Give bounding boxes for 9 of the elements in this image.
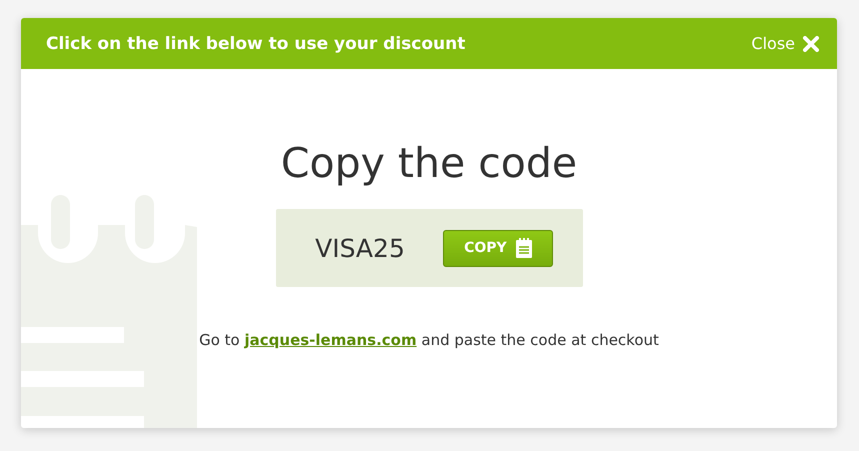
- heading: Copy the code: [280, 139, 578, 187]
- coupon-code: VISA25: [315, 234, 405, 262]
- header-title: Click on the link below to use your discount: [46, 34, 466, 54]
- copy-button[interactable]: COPY: [442, 230, 553, 266]
- store-link[interactable]: jacques-lemans.com: [244, 331, 417, 349]
- close-button[interactable]: Close: [751, 34, 819, 53]
- close-icon: [803, 36, 819, 52]
- instruction-text: Go to jacques-lemans.com and paste the code at checkout: [199, 331, 659, 349]
- notepad-icon: [516, 238, 532, 258]
